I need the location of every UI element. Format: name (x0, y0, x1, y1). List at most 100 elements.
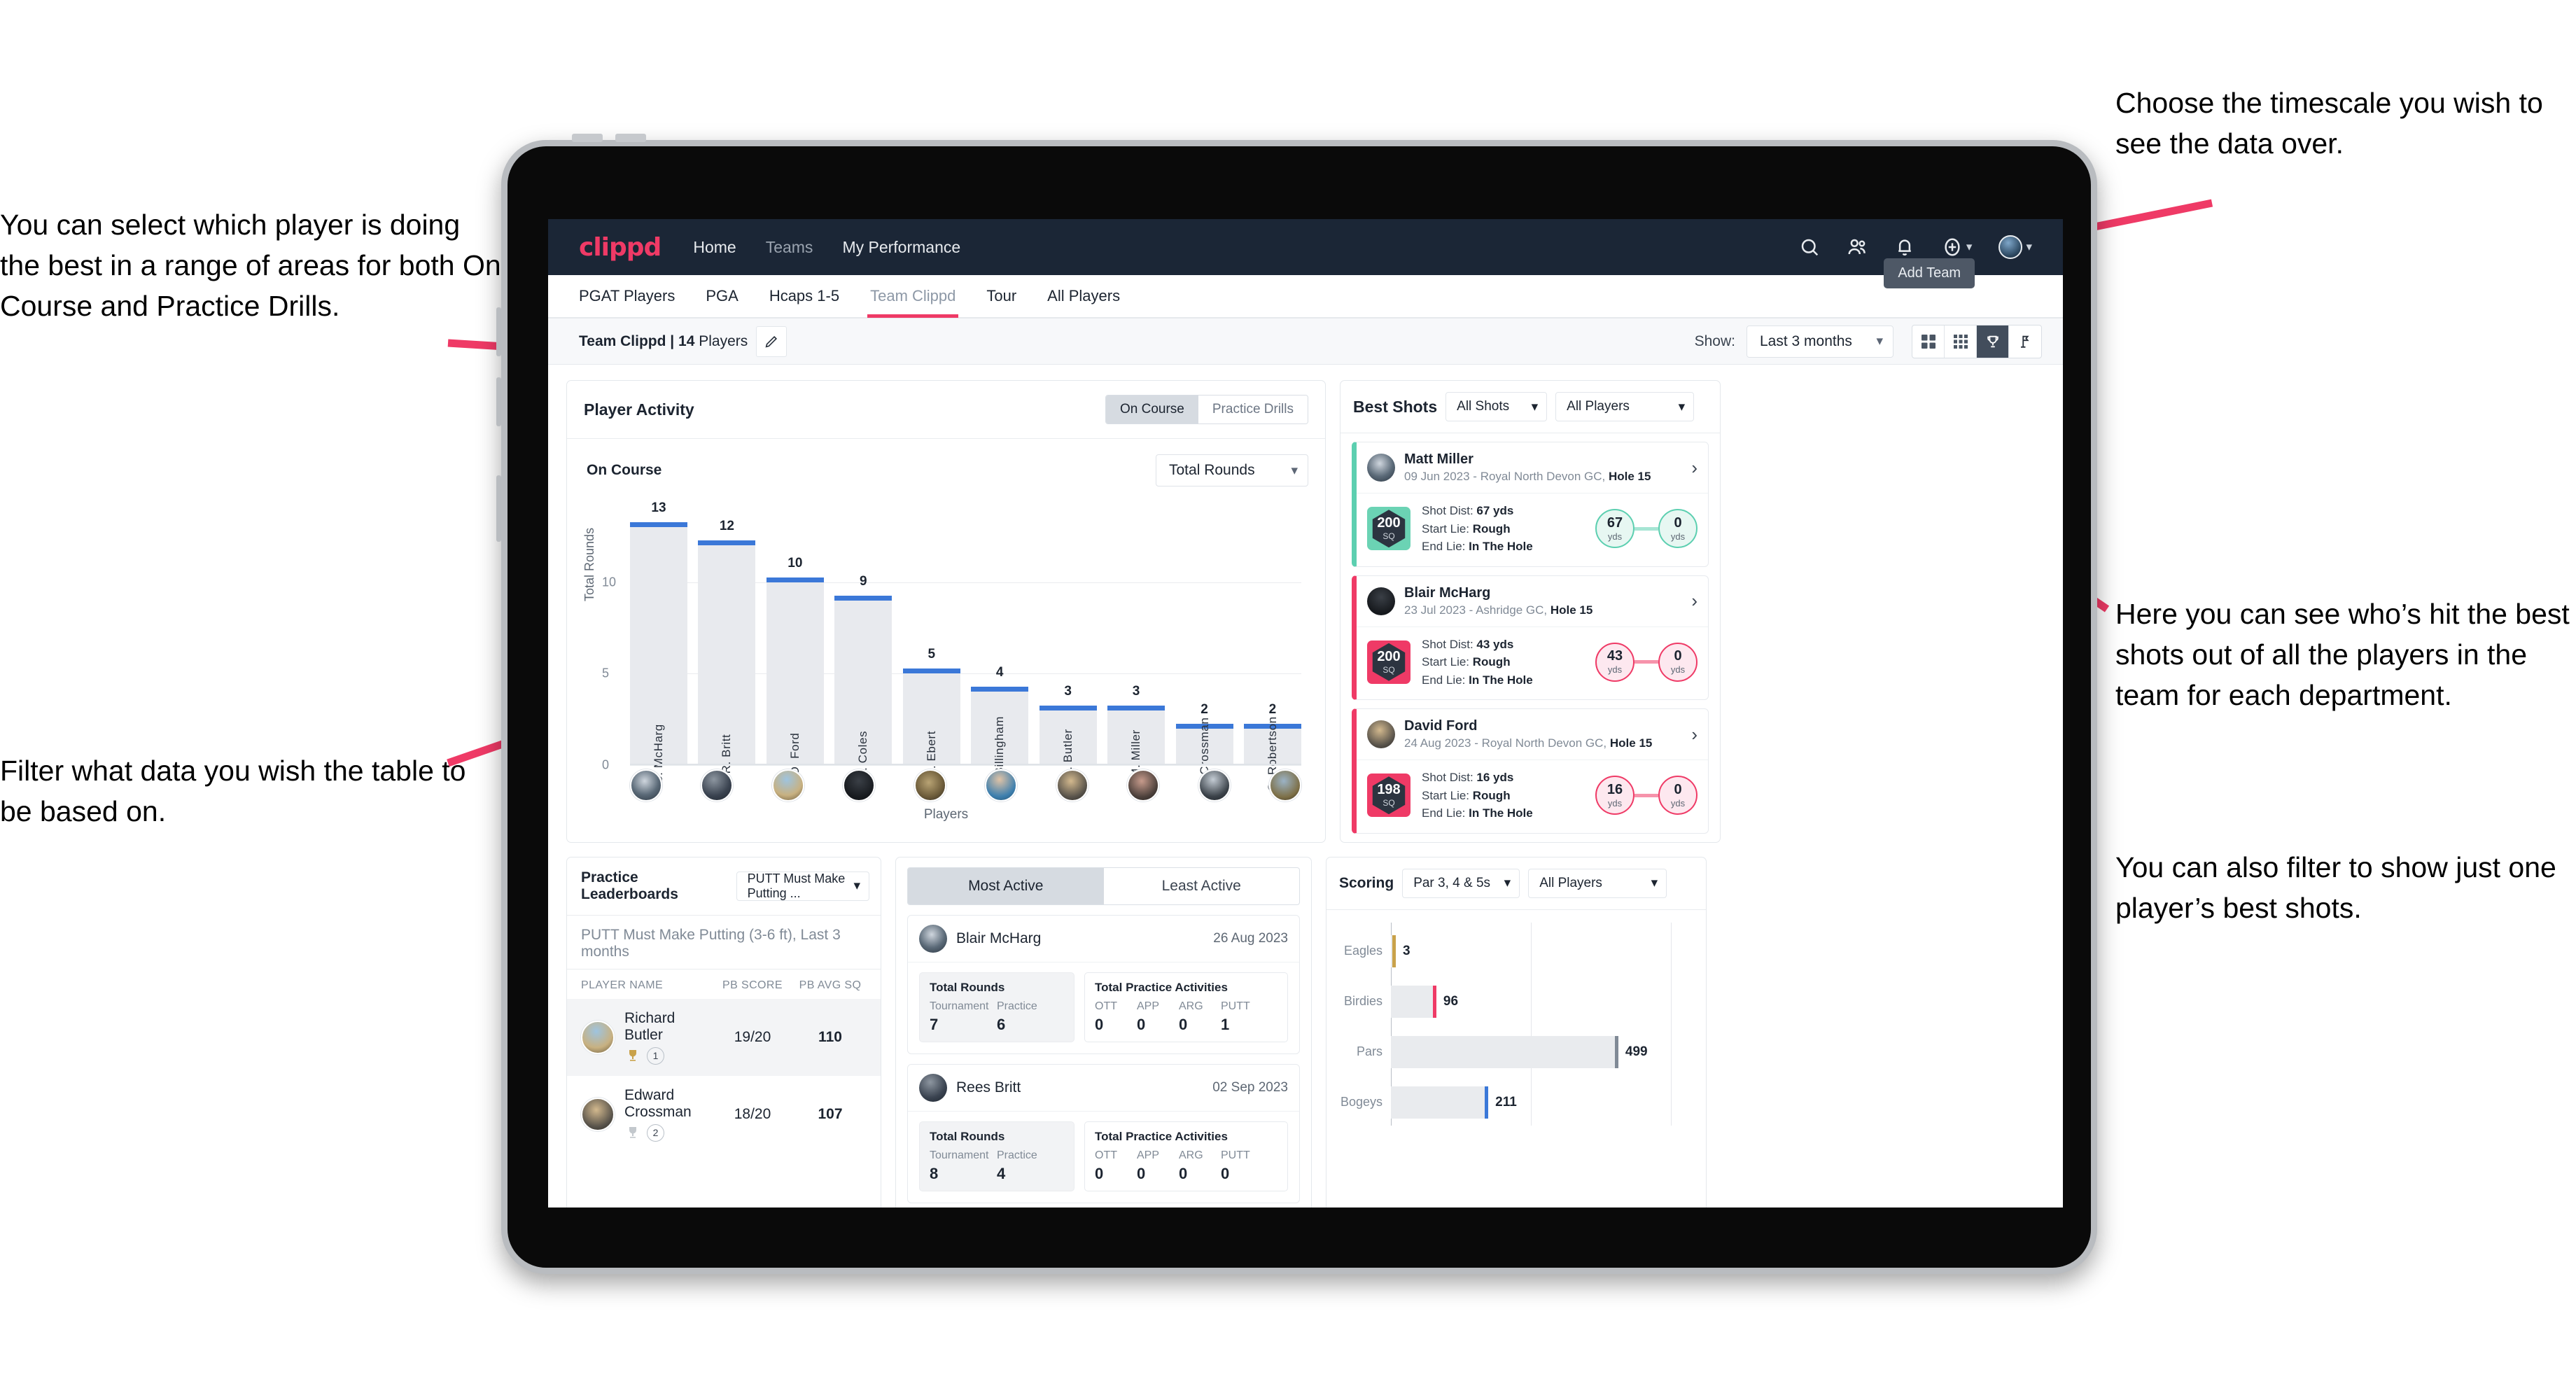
player-avatar[interactable] (630, 769, 662, 802)
chart-bar-group[interactable]: 5 E. Ebert (902, 509, 960, 777)
shot-filter-select[interactable]: All Shots ▾ (1446, 392, 1548, 421)
chevron-right-icon[interactable]: › (1691, 590, 1698, 612)
people-icon[interactable] (1847, 237, 1868, 258)
chart-bar-group[interactable]: 2 C. Robertson (1243, 509, 1301, 792)
chart-bar-cap (902, 668, 960, 674)
best-shot-body: 200 SQ Shot Dist: 43 yds Start Lie: Rough En… (1357, 626, 1708, 700)
bell-icon[interactable] (1894, 237, 1915, 258)
chevron-right-icon[interactable]: › (1691, 457, 1698, 479)
scoring-bar[interactable] (1391, 1035, 1618, 1068)
scoring-bar[interactable] (1391, 934, 1396, 967)
scoring-bar[interactable] (1391, 1086, 1489, 1119)
activity-player-card[interactable]: Blair McHarg 26 Aug 2023 Total Rounds Tourn… (907, 914, 1300, 1054)
table-row[interactable]: Edward Crossman 2 18/20 107 (567, 1076, 881, 1153)
avatar[interactable] (1998, 235, 2023, 259)
metric-select[interactable]: Total Rounds ▾ (1156, 454, 1308, 486)
chart-bar[interactable]: R. Butler (1039, 705, 1097, 779)
tab-most-active[interactable]: Most Active (908, 867, 1104, 904)
table-row[interactable]: Richard Butler 1 19/20 110 (567, 998, 881, 1076)
player-avatar[interactable] (771, 769, 804, 802)
chart-bar-group[interactable]: 9 J. Coles (834, 509, 892, 777)
chevron-down-icon: ▾ (1876, 334, 1883, 349)
avatar (581, 1097, 615, 1131)
scoring-bar[interactable] (1391, 985, 1436, 1018)
trophy-icon[interactable] (1977, 325, 2009, 358)
chart-bar-cap (1039, 705, 1097, 710)
timescale-select[interactable]: Last 3 months ▾ (1746, 325, 1893, 358)
activity-player-card[interactable]: Rees Britt 02 Sep 2023 Total Rounds Tournam… (907, 1063, 1300, 1203)
chart-bar[interactable]: B. McHarg (630, 522, 687, 784)
segment-practice-drills[interactable]: Practice Drills (1198, 396, 1308, 424)
tab-pgat-players[interactable]: PGAT Players (579, 274, 675, 318)
clippd-logo[interactable]: clippd (579, 233, 662, 262)
profile-menu[interactable]: ▾ (1998, 235, 2032, 259)
nav-link-my-performance[interactable]: My Performance (842, 238, 960, 257)
chart-bar[interactable]: J. Coles (834, 595, 892, 777)
total-rounds-stats: Tournament 7 Practice 6 (930, 1000, 1064, 1034)
scoring-bar-value: 3 (1403, 943, 1410, 958)
chart-bar-group[interactable]: 4 D. Billingham (971, 509, 1029, 792)
player-avatar[interactable] (1268, 769, 1301, 802)
player-filter-select[interactable]: All Players ▾ (1555, 392, 1695, 421)
scoring-bar-row[interactable]: Bogeys 211 (1339, 1086, 1693, 1119)
chart-bar[interactable]: D. Billingham (971, 687, 1029, 792)
tab-all-players[interactable]: All Players (1047, 274, 1120, 318)
nav-link-teams[interactable]: Teams (766, 238, 813, 257)
tab-team-clippd[interactable]: Team Clippd (867, 274, 959, 318)
best-shot-card[interactable]: Matt Miller 09 Jun 2023 - Royal North Dev… (1352, 442, 1709, 567)
scoring-player-filter-select[interactable]: All Players ▾ (1528, 868, 1667, 898)
chevron-right-icon[interactable]: › (1691, 724, 1698, 746)
player-avatar[interactable] (701, 769, 734, 802)
chart-bar[interactable]: C. Robertson (1243, 716, 1301, 792)
app-screen: clippd Home Teams My Performance ▾ ▾ PGA… (548, 219, 2063, 1208)
search-icon[interactable] (1799, 237, 1820, 258)
rounds-stat-value: 7 (930, 1015, 939, 1033)
start-lie-row: Start Lie: Rough (1422, 522, 1511, 536)
plus-circle-icon[interactable] (1942, 237, 1963, 258)
flag-icon[interactable] (2009, 326, 2041, 358)
add-menu[interactable]: ▾ (1942, 237, 1972, 258)
tab-tour[interactable]: Tour (986, 274, 1016, 318)
player-avatar[interactable] (1127, 769, 1160, 802)
scoring-bar-row[interactable]: Eagles 3 (1339, 934, 1693, 967)
scoring-bar-row[interactable]: Pars 499 (1339, 1035, 1693, 1068)
shot-distance-line (1634, 526, 1658, 531)
tab-least-active[interactable]: Least Active (1104, 868, 1300, 904)
par-filter-select[interactable]: Par 3, 4 & 5s ▾ (1402, 868, 1520, 898)
grid-small-icon[interactable] (1945, 325, 1977, 358)
chart-bar-group[interactable]: 3 R. Butler (1039, 509, 1097, 779)
chart-bar[interactable]: R. Britt (698, 540, 756, 774)
grid-large-icon[interactable] (1912, 325, 1945, 358)
tab-hcaps-1-5[interactable]: Hcaps 1-5 (769, 274, 839, 318)
chart-bar[interactable]: D. Ford (766, 577, 824, 775)
chart-bar-group[interactable]: 2 E. Crossman (1175, 509, 1233, 790)
practice-stat-key: APP (1137, 1149, 1160, 1161)
player-avatar[interactable] (1056, 769, 1088, 802)
nav-link-home[interactable]: Home (693, 238, 736, 257)
player-avatar[interactable] (913, 769, 946, 802)
scoring-bar-tip (1485, 1086, 1489, 1119)
player-name: Richard Butler (624, 1009, 676, 1043)
shot-end-distance: 0 yds (1658, 642, 1698, 682)
drill-select[interactable]: PUTT Must Make Putting ... ▾ (736, 871, 869, 901)
edit-team-button[interactable] (756, 326, 788, 357)
chart-bar-group[interactable]: 10 D. Ford (766, 509, 824, 775)
chart-y-axis-label: Total Rounds (582, 527, 596, 601)
chart-bar[interactable]: E. Crossman (1175, 718, 1233, 790)
chart-bar-group[interactable]: 12 R. Britt (698, 509, 756, 774)
chart-bar-group[interactable]: 3 M. Miller (1107, 509, 1166, 778)
player-avatar[interactable] (1198, 769, 1231, 802)
chart-bar[interactable]: E. Ebert (902, 668, 960, 777)
chart-bar-group[interactable]: 13 B. McHarg (630, 500, 687, 784)
best-shot-card[interactable]: David Ford 24 Aug 2023 - Royal North Devo… (1352, 708, 1709, 834)
scoring-bar-row[interactable]: Birdies 96 (1339, 985, 1693, 1018)
total-practice-stats: OTT 0 APP 0 ARG 0 PUTT 0 (1095, 1149, 1278, 1183)
tab-pga[interactable]: PGA (706, 274, 738, 318)
segment-on-course[interactable]: On Course (1106, 396, 1198, 424)
player-avatar[interactable] (985, 769, 1018, 802)
chart-bar-value: 3 (1064, 683, 1072, 699)
shot-end-distance: 0 yds (1658, 776, 1698, 816)
chart-bar[interactable]: M. Miller (1107, 705, 1166, 778)
player-avatar[interactable] (843, 769, 876, 802)
best-shot-card[interactable]: Blair McHarg 23 Jul 2023 - Ashridge GC, H… (1352, 575, 1709, 700)
